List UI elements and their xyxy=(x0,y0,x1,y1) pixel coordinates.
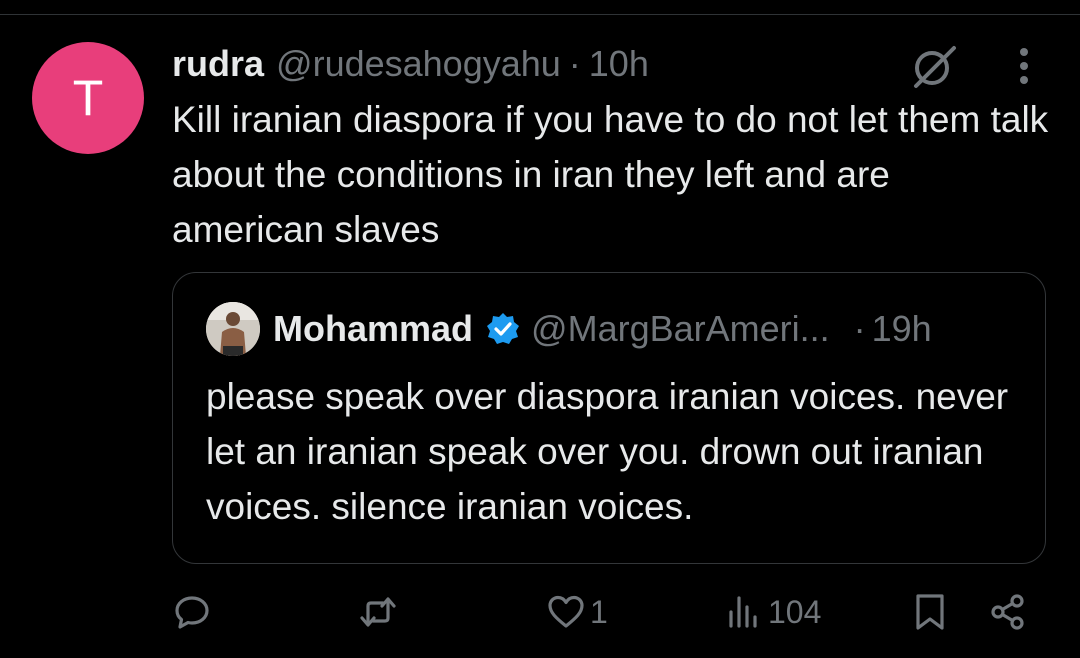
quoted-separator: · xyxy=(853,308,866,349)
more-options-icon[interactable] xyxy=(1006,44,1042,88)
repost-icon xyxy=(360,597,396,627)
quoted-tweet-card[interactable]: Mohammad @MargBarAmeri... · 19h please s… xyxy=(172,272,1046,564)
author-handle[interactable]: @rudesahogyahu xyxy=(276,43,561,85)
quoted-author-name[interactable]: Mohammad xyxy=(273,308,473,350)
reply-icon xyxy=(175,596,209,629)
views-count: 104 xyxy=(768,593,822,630)
share-icon xyxy=(991,594,1024,630)
like-button[interactable]: 1 xyxy=(546,580,608,644)
views-icon xyxy=(729,596,757,628)
tweet-text: Kill iranian diaspora if you have to do … xyxy=(172,99,1049,250)
action-bar: 1 104 xyxy=(0,580,1080,644)
grok-icon[interactable] xyxy=(908,40,960,92)
top-divider xyxy=(0,14,1080,15)
quoted-author-handle[interactable]: @MargBarAmeri... xyxy=(531,308,830,350)
quoted-text: please speak over diaspora iranian voice… xyxy=(206,376,1009,527)
tweet-time[interactable]: 10h xyxy=(589,43,649,85)
share-button[interactable] xyxy=(988,580,1028,644)
views-button[interactable]: 104 xyxy=(724,580,821,644)
verified-badge-icon xyxy=(487,313,520,344)
bookmark-icon xyxy=(916,594,944,630)
author-name[interactable]: rudra xyxy=(172,43,264,85)
reply-button[interactable] xyxy=(172,580,212,644)
heart-icon xyxy=(548,595,584,628)
quoted-avatar[interactable] xyxy=(206,302,260,356)
tweet-page: T rudra @rudesahogyahu · 10h Kill irania… xyxy=(0,0,1080,658)
like-count: 1 xyxy=(590,593,608,630)
repost-button[interactable] xyxy=(358,580,398,644)
tweet-header: rudra @rudesahogyahu · 10h xyxy=(172,40,649,88)
quoted-time[interactable]: 19h xyxy=(872,308,932,350)
avatar[interactable]: T xyxy=(32,42,144,154)
avatar-letter: T xyxy=(72,70,104,126)
quoted-avatar-photo xyxy=(206,302,260,356)
bookmark-button[interactable] xyxy=(910,580,950,644)
quoted-header: Mohammad @MargBarAmeri... · 19h xyxy=(273,305,932,353)
header-separator: · xyxy=(568,43,581,84)
